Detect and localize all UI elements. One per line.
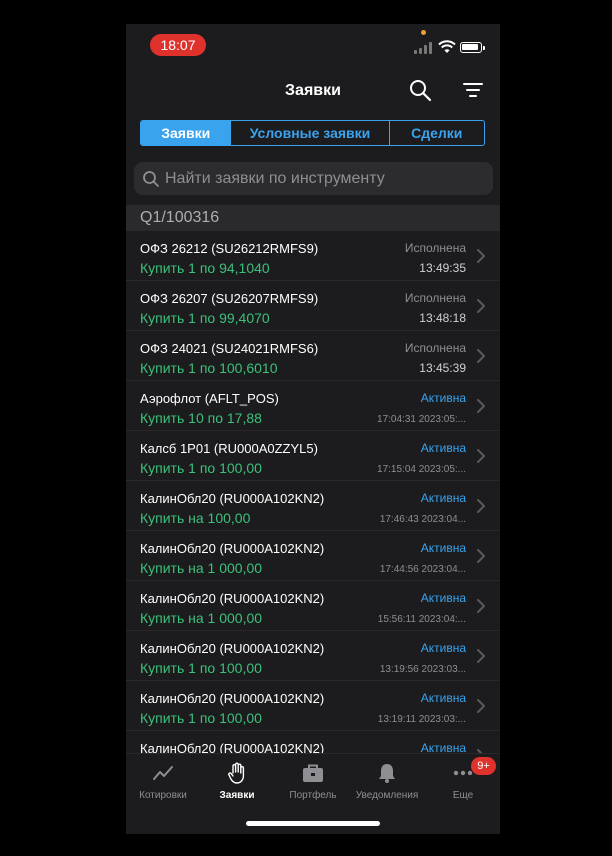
instrument-name: Аэрофлот (AFLT_POS)	[140, 391, 279, 406]
order-row[interactable]: КалинОбл20 (RU000A102KN2) Активна	[126, 731, 500, 753]
chevron-right-icon	[477, 249, 485, 263]
home-indicator	[246, 821, 380, 826]
status-bar: 18:07	[126, 24, 500, 68]
chevron-right-icon	[477, 549, 485, 563]
chart-line-icon	[153, 766, 173, 780]
order-time: 15:56:11 2023:04:...	[377, 614, 466, 625]
hand-icon	[228, 762, 245, 784]
order-time: 17:44:56 2023:04...	[379, 564, 466, 575]
segmented-control: Заявки Условные заявки Сделки	[140, 120, 485, 146]
order-status: Исполнена	[404, 241, 466, 255]
order-description: Купить 1 по 100,6010	[140, 360, 278, 376]
order-time: 17:46:43 2023:04...	[379, 514, 466, 525]
bell-icon	[379, 764, 395, 783]
order-time: 17:04:31 2023:05:...	[377, 414, 466, 425]
chevron-right-icon	[477, 499, 485, 513]
segment-orders[interactable]: Заявки	[141, 121, 232, 145]
order-description: Купить 1 по 100,00	[140, 710, 262, 726]
tab-label: Портфель	[289, 790, 337, 801]
order-description: Купить на 1 000,00	[140, 560, 263, 576]
cellular-signal-icon	[414, 42, 434, 54]
order-status: Активна	[420, 691, 466, 705]
instrument-name: КалинОбл20 (RU000A102KN2)	[140, 491, 325, 506]
tab-label: Заявки	[219, 790, 255, 801]
order-description: Купить на 100,00	[140, 510, 251, 526]
order-row[interactable]: КалинОбл20 (RU000A102KN2) Купить 1 по 100…	[126, 631, 500, 681]
page-title: Заявки	[285, 82, 341, 99]
order-row[interactable]: КалинОбл20 (RU000A102KN2) Купить на 1 000…	[126, 531, 500, 581]
tab-orders[interactable]: Заявки	[200, 762, 274, 801]
battery-icon	[460, 42, 485, 53]
app-screen: 18:07 Заявки Заявки Условные заявки Сдел…	[126, 24, 500, 834]
filter-icon[interactable]	[462, 80, 484, 100]
order-status: Активна	[420, 641, 466, 655]
order-row[interactable]: Калсб 1P01 (RU000A0ZZYL5) Купить 1 по 100…	[126, 431, 500, 481]
instrument-name: Калсб 1P01 (RU000A0ZZYL5)	[140, 441, 318, 456]
order-time: 13:45:39	[419, 361, 466, 375]
instrument-name: КалинОбл20 (RU000A102KN2)	[140, 541, 325, 556]
order-row[interactable]: ОФЗ 26207 (SU26207RMFS9) Купить 1 по 99,4…	[126, 281, 500, 331]
order-row[interactable]: Аэрофлот (AFLT_POS) Купить 10 по 17,88 Акт…	[126, 381, 500, 431]
order-status: Активна	[420, 491, 466, 505]
order-status: Активна	[420, 741, 466, 753]
orders-list: ОФЗ 26212 (SU26212RMFS9) Купить 1 по 94,1…	[126, 231, 500, 753]
segment-conditional-orders[interactable]: Условные заявки	[231, 121, 390, 145]
briefcase-icon	[303, 764, 323, 782]
nav-header: Заявки	[126, 74, 500, 108]
order-row[interactable]: КалинОбл20 (RU000A102KN2) Купить на 1 000…	[126, 581, 500, 631]
search-input[interactable]	[165, 169, 475, 188]
chevron-right-icon	[477, 399, 485, 413]
instrument-name: ОФЗ 24021 (SU24021RMFS6)	[140, 341, 319, 356]
order-description: Купить 1 по 100,00	[140, 460, 262, 476]
search-icon[interactable]	[408, 78, 432, 102]
instrument-name: КалинОбл20 (RU000A102KN2)	[140, 691, 325, 706]
search-field-icon	[143, 170, 159, 187]
order-description: Купить 1 по 100,00	[140, 660, 262, 676]
notification-badge: 9+	[471, 757, 496, 775]
search-field	[134, 162, 493, 195]
order-row[interactable]: ОФЗ 26212 (SU26212RMFS9) Купить 1 по 94,1…	[126, 231, 500, 281]
chevron-right-icon	[477, 349, 485, 363]
tab-label: Котировки	[139, 790, 187, 801]
order-description: Купить 10 по 17,88	[140, 410, 262, 426]
tab-label: Уведомления	[355, 790, 419, 801]
wifi-icon	[438, 40, 456, 53]
instrument-name: КалинОбл20 (RU000A102KN2)	[140, 641, 325, 656]
instrument-name: КалинОбл20 (RU000A102KN2)	[140, 591, 325, 606]
order-status: Исполнена	[404, 341, 466, 355]
instrument-name: ОФЗ 26212 (SU26212RMFS9)	[140, 241, 319, 256]
order-row[interactable]: КалинОбл20 (RU000A102KN2) Купить на 100,0…	[126, 481, 500, 531]
segment-trades[interactable]: Сделки	[390, 121, 484, 145]
order-description: Купить 1 по 94,1040	[140, 260, 270, 276]
order-description: Купить на 1 000,00	[140, 610, 263, 626]
order-time: 13:19:56 2023:03...	[379, 664, 466, 675]
order-status: Активна	[420, 541, 466, 555]
order-status: Активна	[420, 591, 466, 605]
order-status: Исполнена	[404, 291, 466, 305]
order-row[interactable]: ОФЗ 24021 (SU24021RMFS6) Купить 1 по 100,…	[126, 331, 500, 381]
order-row[interactable]: КалинОбл20 (RU000A102KN2) Купить 1 по 100…	[126, 681, 500, 731]
chevron-right-icon	[477, 299, 485, 313]
instrument-name: КалинОбл20 (RU000A102KN2)	[140, 741, 325, 753]
privacy-indicator-dot	[421, 30, 426, 35]
order-time: 17:15:04 2023:05:...	[377, 464, 466, 475]
order-status: Активна	[420, 441, 466, 455]
order-time: 13:19:11 2023:03:...	[377, 714, 466, 725]
tab-label: Еще	[452, 790, 474, 801]
chevron-right-icon	[477, 649, 485, 663]
chevron-right-icon	[477, 449, 485, 463]
chevron-right-icon	[477, 599, 485, 613]
order-time: 13:48:18	[419, 311, 466, 325]
instrument-name: ОФЗ 26207 (SU26207RMFS9)	[140, 291, 319, 306]
tab-notifications[interactable]: Уведомления	[350, 762, 424, 801]
account-section-header: Q1/100316	[126, 205, 500, 231]
tab-quotes[interactable]: Котировки	[126, 762, 200, 801]
chevron-right-icon	[477, 699, 485, 713]
tab-portfolio[interactable]: Портфель	[276, 762, 350, 801]
order-description: Купить 1 по 99,4070	[140, 310, 270, 326]
status-time: 18:07	[150, 34, 206, 56]
order-time: 13:49:35	[419, 261, 466, 275]
order-status: Активна	[420, 391, 466, 405]
